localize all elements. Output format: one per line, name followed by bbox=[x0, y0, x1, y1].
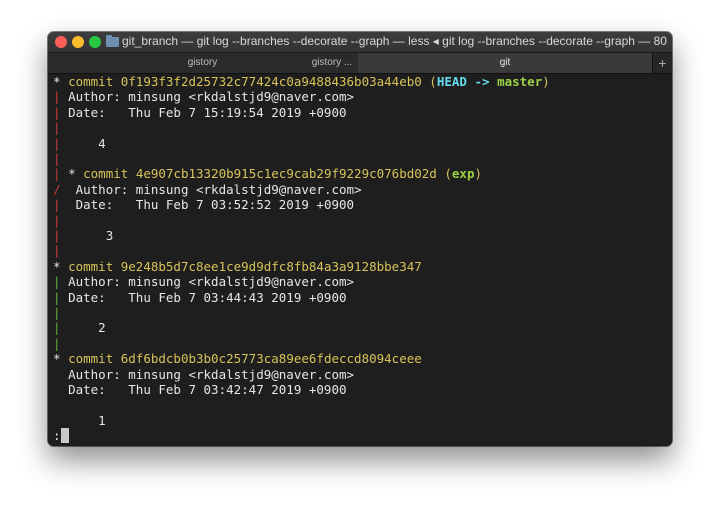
graph-pipe: | bbox=[53, 335, 61, 351]
author-line: | Author: minsung <rkdalstjd9@naver.com> bbox=[53, 274, 354, 290]
graph-slash: / bbox=[53, 181, 61, 197]
graph-pipe: | bbox=[53, 135, 61, 151]
terminal-output[interactable]: * commit 0f193f3f2d25732c77424c0a9488436… bbox=[48, 74, 672, 446]
commit-label: commit bbox=[68, 258, 121, 274]
date-text: Date: Thu Feb 7 03:52:52 2019 +0900 bbox=[75, 197, 355, 213]
author-text: Author: minsung <rkdalstjd9@naver.com> bbox=[68, 89, 355, 105]
graph-line: | bbox=[53, 305, 61, 321]
graph-line: | bbox=[53, 213, 61, 229]
graph-line: | bbox=[53, 120, 61, 136]
tab-bar: gistory gistory ... git + bbox=[48, 53, 672, 74]
date-line: | Date: Thu Feb 7 03:52:52 2019 +0900 bbox=[53, 197, 354, 213]
graph-pipe: | bbox=[53, 151, 61, 166]
graph-pipe: | bbox=[53, 197, 61, 213]
author-text: Author: minsung <rkdalstjd9@naver.com> bbox=[75, 181, 362, 197]
date-text: Date: Thu Feb 7 03:42:47 2019 +0900 bbox=[68, 382, 347, 397]
branch-ref: master bbox=[497, 74, 543, 89]
branch-ref: exp bbox=[451, 166, 475, 182]
date-text: Date: Thu Feb 7 03:44:43 2019 +0900 bbox=[68, 289, 347, 305]
head-ref: HEAD -> bbox=[436, 74, 498, 89]
graph-pipe: | bbox=[53, 243, 61, 259]
graph-star: * bbox=[68, 166, 76, 182]
message-line: 1 bbox=[53, 413, 106, 429]
ref-open: ( bbox=[436, 166, 452, 182]
graph-pipe: | bbox=[53, 212, 61, 228]
folder-icon bbox=[106, 35, 119, 47]
message-line: | 2 bbox=[53, 320, 106, 336]
commit-message: 4 bbox=[98, 135, 106, 151]
text-cursor bbox=[60, 428, 69, 444]
date-line: Date: Thu Feb 7 03:42:47 2019 +0900 bbox=[53, 382, 347, 398]
terminal-window: git_branch — git log --branches --decora… bbox=[48, 32, 672, 446]
ref-open: ( bbox=[421, 74, 437, 89]
date-line: | Date: Thu Feb 7 15:19:54 2019 +0900 bbox=[53, 105, 347, 121]
commit-line: * commit 9e248b5d7c8ee1ce9d9dfc8fb84a3a9… bbox=[53, 259, 422, 275]
author-line: Author: minsung <rkdalstjd9@naver.com> bbox=[53, 367, 354, 383]
prompt-colon: : bbox=[53, 428, 61, 444]
graph-line: | bbox=[53, 336, 61, 352]
tab-gistory-2[interactable]: gistory ... bbox=[306, 53, 358, 73]
commit-label: commit bbox=[83, 166, 136, 182]
commit-label: commit bbox=[68, 351, 121, 367]
window-title: git_branch — git log --branches --decora… bbox=[122, 34, 668, 48]
graph-pipe: | bbox=[53, 289, 61, 305]
author-line: | Author: minsung <rkdalstjd9@naver.com> bbox=[53, 89, 354, 105]
pager-prompt[interactable]: : bbox=[53, 428, 69, 444]
zoom-button[interactable] bbox=[89, 36, 101, 48]
author-text: Author: minsung <rkdalstjd9@naver.com> bbox=[68, 366, 355, 382]
graph-line: | bbox=[53, 151, 61, 167]
author-text: Author: minsung <rkdalstjd9@naver.com> bbox=[68, 274, 355, 290]
commit-message: 1 bbox=[98, 412, 106, 428]
ref-close: ) bbox=[542, 74, 550, 89]
graph-line: | bbox=[53, 243, 61, 259]
commit-label: commit bbox=[68, 74, 121, 89]
tab-git[interactable]: git bbox=[358, 53, 653, 73]
commit-message: 3 bbox=[105, 228, 114, 243]
graph-pipe: | bbox=[53, 320, 61, 336]
commit-line: | * commit 4e907cb13320b915c1ec9cab29f92… bbox=[53, 166, 482, 182]
close-button[interactable] bbox=[55, 36, 67, 48]
commit-hash: 4e907cb13320b915c1ec9cab29f9229c076bd02d bbox=[135, 166, 437, 182]
graph-pipe: | bbox=[53, 89, 61, 105]
title-bar[interactable]: git_branch — git log --branches --decora… bbox=[48, 32, 672, 53]
date-text: Date: Thu Feb 7 15:19:54 2019 +0900 bbox=[68, 104, 347, 120]
message-line: | 3 bbox=[53, 228, 113, 244]
graph-star: * bbox=[53, 351, 61, 367]
graph-pipe: | bbox=[53, 120, 61, 136]
commit-hash: 9e248b5d7c8ee1ce9d9dfc8fb84a3a9128bbe347 bbox=[120, 258, 422, 274]
graph-pipe: | bbox=[53, 166, 61, 182]
commit-line: * commit 0f193f3f2d25732c77424c0a9488436… bbox=[53, 74, 550, 90]
minimize-button[interactable] bbox=[72, 36, 84, 48]
graph-pipe: | bbox=[53, 104, 61, 120]
graph-star: * bbox=[53, 74, 61, 89]
new-tab-button[interactable]: + bbox=[653, 53, 672, 73]
author-line: / Author: minsung <rkdalstjd9@naver.com> bbox=[53, 182, 362, 198]
graph-star: * bbox=[53, 258, 61, 274]
commit-hash: 6df6bdcb0b3b0c25773ca89ee6fdeccd8094ceee bbox=[120, 351, 422, 367]
commit-hash: 0f193f3f2d25732c77424c0a9488436b03a44eb0 bbox=[120, 74, 422, 89]
commit-line: * commit 6df6bdcb0b3b0c25773ca89ee6fdecc… bbox=[53, 351, 422, 367]
date-line: | Date: Thu Feb 7 03:44:43 2019 +0900 bbox=[53, 290, 347, 306]
graph-pipe: | bbox=[53, 228, 61, 243]
ref-close: ) bbox=[474, 166, 483, 182]
commit-message: 2 bbox=[98, 320, 106, 336]
graph-pipe: | bbox=[53, 274, 61, 290]
message-line: | 4 bbox=[53, 136, 106, 152]
graph-pipe: | bbox=[53, 305, 61, 320]
